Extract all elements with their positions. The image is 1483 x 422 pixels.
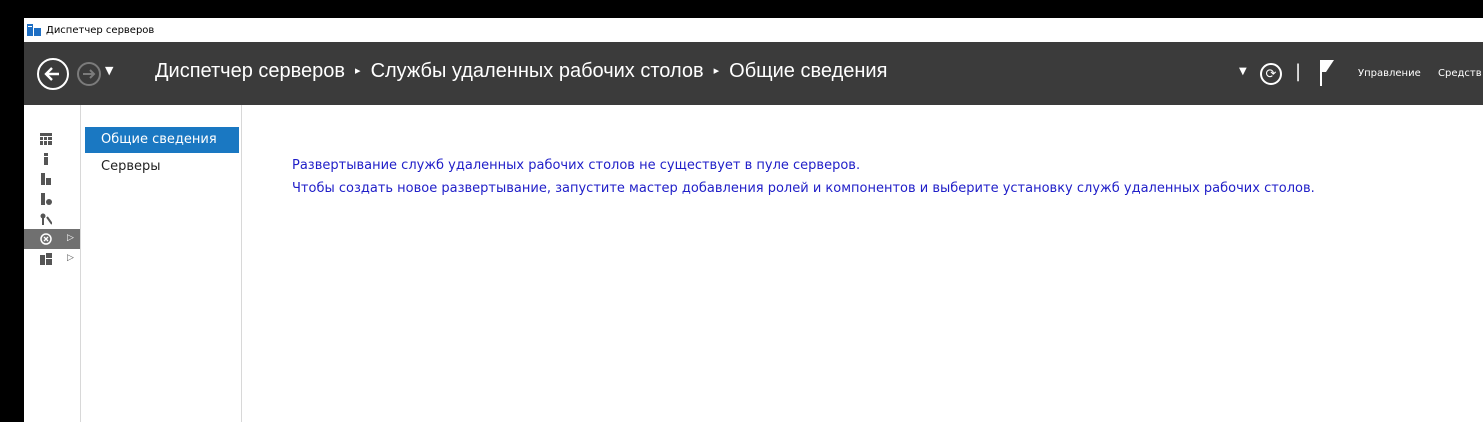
breadcrumb-item-server-manager[interactable]: Диспетчер серверов	[155, 60, 345, 83]
nav-dashboard[interactable]	[24, 129, 80, 149]
nav-ad-ds[interactable]	[24, 209, 80, 229]
notifications-flag-icon[interactable]	[1320, 60, 1334, 86]
forward-button[interactable]	[77, 62, 101, 86]
breadcrumb: Диспетчер серверов ▸ Службы удаленных ра…	[155, 60, 887, 83]
subnav-item-servers[interactable]: Серверы	[85, 154, 239, 180]
history-dropdown-icon[interactable]: ▼	[105, 64, 113, 77]
nav-ad-cs[interactable]	[24, 189, 80, 209]
all-servers-icon	[41, 173, 51, 185]
dashboard-icon	[40, 133, 52, 145]
header-bar: ▼ Диспетчер серверов ▸ Службы удаленных …	[24, 42, 1483, 105]
nav-file-storage-services[interactable]: ▷	[24, 249, 80, 269]
menu-tools[interactable]: Средств	[1438, 68, 1482, 79]
expand-arrow-icon[interactable]: ▷	[67, 233, 74, 243]
main-pane: Развертывание служб удаленных рабочих ст…	[242, 105, 1483, 422]
breadcrumb-item-rds[interactable]: Службы удаленных рабочих столов	[371, 60, 704, 83]
content-area: ▷ ▷ Общие сведения Серверы Развертывание…	[24, 105, 1483, 422]
expand-arrow-icon[interactable]: ▷	[67, 253, 74, 263]
window-title: Диспетчер серверов	[46, 24, 155, 36]
remote-desktop-services-icon	[40, 233, 52, 245]
ad-domain-services-icon	[40, 213, 52, 225]
navigation-icon-bar: ▷ ▷	[24, 105, 81, 422]
arrow-right-icon	[83, 69, 96, 79]
refresh-icon: ⟳	[1265, 66, 1277, 82]
breadcrumb-item-overview: Общие сведения	[729, 60, 888, 82]
arrow-left-icon	[44, 67, 59, 81]
refresh-dropdown-icon[interactable]: ▼	[1239, 66, 1247, 77]
ad-certificate-services-icon	[41, 193, 52, 205]
nav-all-servers[interactable]	[24, 169, 80, 189]
menu-manage[interactable]: Управление	[1358, 68, 1421, 79]
server-manager-app-icon	[27, 24, 41, 36]
back-button[interactable]	[37, 58, 69, 90]
local-server-icon	[44, 153, 48, 165]
breadcrumb-separator-icon: ▸	[355, 65, 361, 77]
no-deployment-message: Развертывание служб удаленных рабочих ст…	[292, 158, 861, 173]
breadcrumb-separator-icon: ▸	[713, 65, 720, 77]
nav-remote-desktop-services[interactable]: ▷	[24, 229, 80, 249]
refresh-button[interactable]: ⟳	[1260, 63, 1282, 85]
create-deployment-hint: Чтобы создать новое развертывание, запус…	[292, 181, 1315, 196]
header-divider: |	[1295, 61, 1302, 82]
file-storage-services-icon	[40, 253, 52, 265]
rds-subnav-panel: Общие сведения Серверы	[81, 105, 242, 422]
window-titlebar: Диспетчер серверов	[24, 18, 1483, 42]
nav-local-server[interactable]	[24, 149, 80, 169]
subnav-item-overview[interactable]: Общие сведения	[85, 127, 239, 153]
